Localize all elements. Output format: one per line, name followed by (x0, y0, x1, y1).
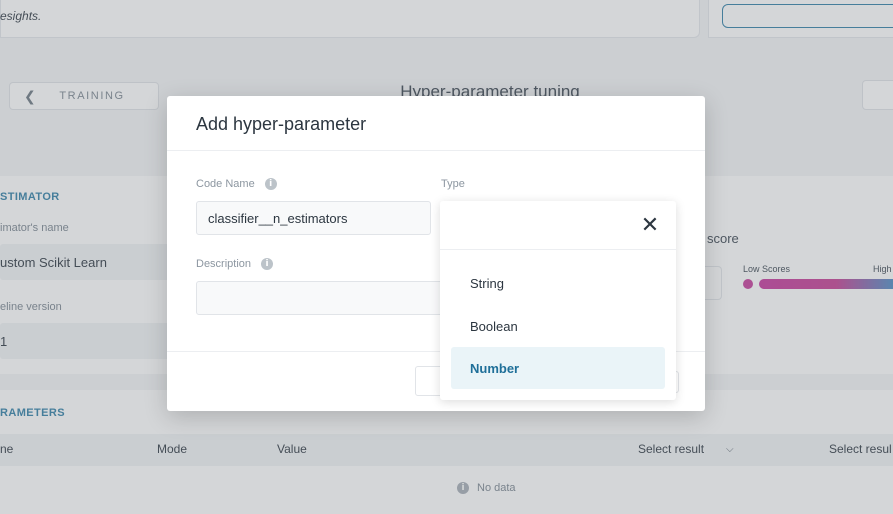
type-option-boolean[interactable]: Boolean (451, 305, 665, 347)
code-name-input[interactable]: classifier__n_estimators (196, 201, 431, 235)
type-dropdown-menu: ✕ String Boolean Number (440, 201, 676, 400)
type-option-number[interactable]: Number (451, 347, 665, 389)
code-name-label: Code Name i (196, 178, 277, 190)
type-option-string[interactable]: String (451, 262, 665, 304)
description-input[interactable] (196, 281, 456, 315)
code-name-label-text: Code Name (196, 178, 255, 190)
description-label: Description i (196, 258, 274, 270)
modal-title: Add hyper-parameter (196, 114, 367, 134)
dropdown-divider (440, 249, 676, 250)
modal-header-divider (167, 150, 705, 151)
description-label-text: Description (196, 258, 252, 270)
close-icon[interactable]: ✕ (638, 213, 662, 238)
type-label: Type (441, 178, 465, 190)
info-icon[interactable]: i (261, 258, 274, 270)
type-label-text: Type (441, 178, 465, 190)
info-icon[interactable]: i (264, 178, 277, 190)
code-name-value: classifier__n_estimators (208, 210, 348, 226)
